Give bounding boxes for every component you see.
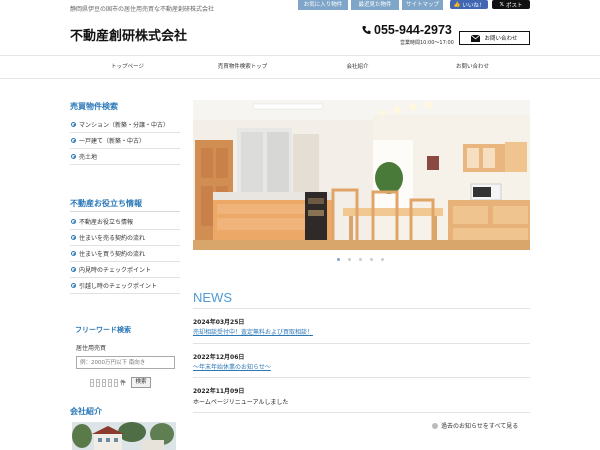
company-building-image[interactable] — [72, 422, 176, 450]
news-date: 2022年12月06日 — [193, 354, 245, 361]
useful-info-list: 不動産お役立ち情報 住まいを売る契約の流れ 住まいを買う契約の流れ 内見時のチェ… — [70, 214, 180, 294]
arrow-bullet-icon — [71, 283, 76, 288]
freeword-search-title: フリーワード検索 — [75, 326, 131, 334]
hero-slider-image[interactable] — [193, 100, 530, 250]
sidebar-item-label: マンション（新築・分譲・中古） — [79, 122, 170, 129]
contact-label: お問い合わせ — [484, 36, 518, 42]
sidebar-item-viewing-checkpoints[interactable]: 内見時のチェックポイント — [70, 262, 180, 278]
phone-icon — [362, 25, 371, 35]
slider-dot[interactable] — [370, 258, 373, 261]
company-intro-title: 会社紹介 — [70, 407, 102, 416]
news-divider — [193, 308, 530, 309]
count-row: - - - - - 件 検索 — [90, 377, 152, 388]
slider-dot[interactable] — [348, 258, 351, 261]
arrow-bullet-icon — [71, 138, 76, 143]
search-button[interactable]: 検索 — [131, 377, 152, 388]
news-item-link[interactable]: 売却相談受付中！査定無料および買取相談！ — [193, 327, 313, 336]
news-title: NEWS — [193, 290, 232, 305]
sidebar-item-moving-checkpoints[interactable]: 引越し時のチェックポイント — [70, 278, 180, 294]
arrow-bullet-icon — [71, 235, 76, 240]
contact-button[interactable]: お問い合わせ — [459, 31, 530, 45]
sidebar-item-buy-flow[interactable]: 住まいを買う契約の流れ — [70, 246, 180, 262]
slider-dot[interactable] — [381, 258, 384, 261]
sidebar-item-sell-flow[interactable]: 住まいを売る契約の流れ — [70, 230, 180, 246]
slider-dot[interactable] — [337, 258, 340, 261]
sidebar-item-label: 不動産お役立ち情報 — [79, 219, 134, 226]
x-post-button[interactable]: 𝕏 ポスト — [492, 0, 530, 9]
sidebar-item-label: 引越し時のチェックポイント — [79, 283, 158, 290]
sidebar-item-label: 売土地 — [79, 154, 98, 161]
mail-icon — [471, 34, 481, 42]
like-label: いいね！ — [462, 2, 485, 9]
sidebar-item-label: 住まいを売る契約の流れ — [79, 235, 146, 242]
arrow-bullet-icon — [71, 251, 76, 256]
circle-arrow-icon — [432, 422, 438, 429]
nav-item-company[interactable]: 会社紹介 — [300, 56, 415, 78]
slider-pagination — [337, 258, 384, 261]
useful-info-title: 不動産お役立ち情報 — [70, 199, 142, 208]
phone-block: 055-944-2973 — [362, 23, 452, 37]
sidebar-item-label: 住まいを買う契約の流れ — [79, 251, 146, 258]
property-search-list: マンション（新築・分譲・中古） 一戸建て（新築・中古） 売土地 — [70, 117, 180, 165]
all-news-label: 過去のお知らせをすべて見る — [441, 423, 519, 430]
sidebar-item-land[interactable]: 売土地 — [70, 149, 180, 165]
count-digit: - — [90, 378, 94, 387]
x-logo-icon: 𝕏 — [499, 1, 504, 8]
post-label: ポスト — [505, 2, 523, 9]
recently-viewed-link[interactable]: 最近見た物件 — [351, 0, 399, 10]
count-digit: - — [114, 378, 118, 387]
phone-number[interactable]: 055-944-2973 — [374, 23, 452, 37]
news-item-link[interactable]: ～年末年始休業のお知らせ～ — [193, 362, 271, 371]
nav-item-property-search[interactable]: 売買物件検索トップ — [185, 56, 300, 78]
company-logo[interactable]: 不動産創研株式会社 — [70, 25, 187, 44]
global-nav: トップページ 売買物件検索トップ 会社紹介 お問い合わせ — [70, 56, 530, 78]
count-unit: 件 — [120, 380, 127, 387]
news-item-text: ホームページリニューアルしました — [193, 399, 289, 406]
news-date: 2022年11月09日 — [193, 388, 245, 395]
count-digit: - — [96, 378, 100, 387]
freeword-search-input[interactable] — [76, 356, 175, 369]
site-tagline: 静岡県伊豆の国市の居住用売買な不動産創研株式会社 — [70, 6, 215, 13]
nav-item-top[interactable]: トップページ — [70, 56, 185, 78]
slider-dot[interactable] — [359, 258, 362, 261]
nav-item-contact[interactable]: お問い合わせ — [415, 56, 530, 78]
news-divider — [193, 377, 530, 378]
news-date: 2024年03月25日 — [193, 319, 245, 326]
sidebar-item-label: 一戸建て（新築・中古） — [79, 138, 146, 145]
arrow-bullet-icon — [71, 122, 76, 127]
useful-info-divider — [70, 211, 180, 212]
sidebar-item-label: 内見時のチェックポイント — [79, 267, 152, 274]
count-digit: - — [108, 378, 112, 387]
nav-divider-bottom — [0, 78, 600, 79]
sitemap-link[interactable]: サイトマップ — [402, 0, 443, 10]
sidebar-item-useful-info[interactable]: 不動産お役立ち情報 — [70, 214, 180, 230]
top-links: お気に入り物件 最近見た物件 サイトマップ — [298, 0, 443, 10]
facebook-like-button[interactable]: 👍 いいね！ — [450, 0, 488, 9]
freeword-category-label: 居住用売買 — [76, 345, 107, 352]
arrow-bullet-icon — [71, 219, 76, 224]
arrow-bullet-icon — [71, 267, 76, 272]
all-news-link[interactable]: 過去のお知らせをすべて見る — [432, 421, 518, 430]
news-divider — [193, 412, 530, 413]
sidebar-item-mansion[interactable]: マンション（新築・分譲・中古） — [70, 117, 180, 133]
news-divider — [193, 343, 530, 344]
arrow-bullet-icon — [71, 154, 76, 159]
count-digit: - — [102, 378, 106, 387]
business-hours: 営業時間10:00～17:00 — [400, 40, 454, 46]
sidebar-item-house[interactable]: 一戸建て（新築・中古） — [70, 133, 180, 149]
property-search-title: 売買物件検索 — [70, 102, 118, 111]
thumb-icon: 👍 — [453, 1, 461, 8]
favorites-link[interactable]: お気に入り物件 — [298, 0, 348, 10]
